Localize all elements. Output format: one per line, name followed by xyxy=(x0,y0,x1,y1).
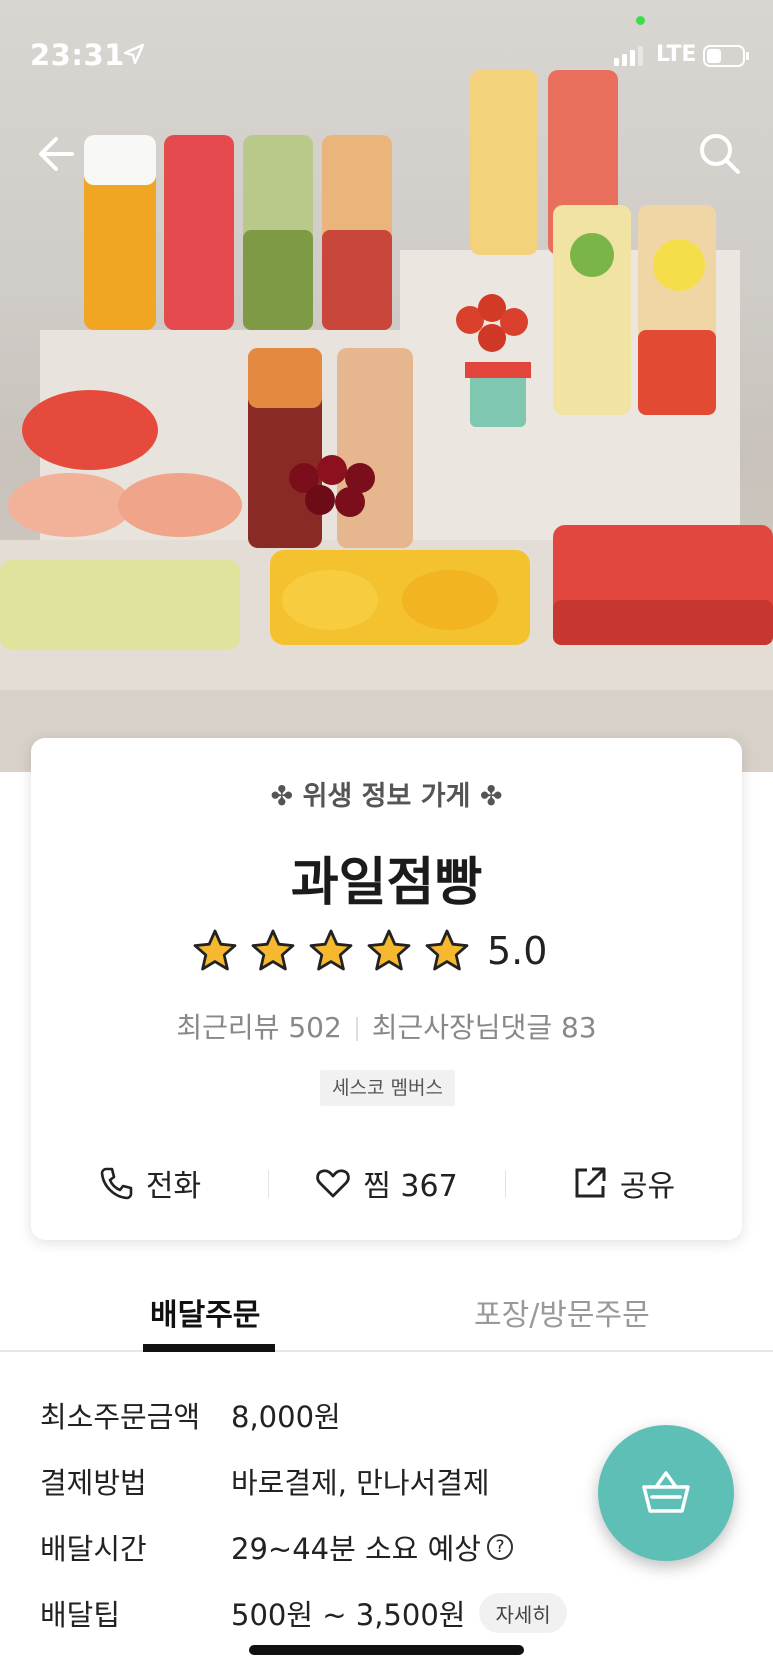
heart-icon xyxy=(316,1169,351,1198)
call-label: 전화 xyxy=(145,1169,202,1204)
delivery-time-row: 배달시간 29~44분 소요 예상 ? xyxy=(40,1527,513,1567)
sparkle-right-icon: ✤ xyxy=(470,781,503,812)
favorite-label: 찜 367 xyxy=(363,1169,458,1204)
call-button[interactable]: 전화 xyxy=(31,1148,268,1218)
delivery-time-value: 29~44분 소요 예상 ? xyxy=(231,1526,513,1568)
delivery-tip-row: 배달팁 500원 ~ 3,500원 자세히 xyxy=(40,1593,567,1633)
delivery-time-text: 29~44분 소요 예상 xyxy=(231,1532,481,1566)
active-tab-indicator xyxy=(143,1344,275,1352)
cart-button[interactable] xyxy=(598,1425,734,1561)
location-arrow-icon xyxy=(123,43,145,65)
star-icon xyxy=(425,929,469,971)
back-button[interactable] xyxy=(28,124,88,184)
home-indicator[interactable] xyxy=(249,1645,524,1655)
payment-value: 바로결제, 만나서결제 xyxy=(231,1466,490,1500)
payment-row: 결제방법 바로결제, 만나서결제 xyxy=(40,1461,490,1501)
status-time: 23:31 xyxy=(30,38,125,72)
help-icon[interactable]: ? xyxy=(486,1534,513,1560)
back-arrow-icon xyxy=(39,137,74,171)
tab-takeout-order[interactable]: 포장/방문주문 xyxy=(474,1290,650,1334)
owner-replies-link[interactable]: 최근사장님댓글 83 xyxy=(372,1011,597,1044)
delivery-tip-label: 배달팁 xyxy=(40,1598,121,1632)
sparkle-left-icon: ✤ xyxy=(270,781,303,812)
min-order-label: 최소주문금액 xyxy=(40,1400,201,1434)
store-name: 과일점빵 xyxy=(290,853,483,913)
star-icon xyxy=(367,929,411,971)
star-icon xyxy=(193,929,237,971)
review-counts: 최근리뷰 502 최근사장님댓글 83 xyxy=(31,1006,742,1046)
delivery-tip-text: 500원 ~ 3,500원 xyxy=(231,1598,466,1632)
search-button[interactable] xyxy=(690,124,750,184)
recent-reviews-link[interactable]: 최근리뷰 502 xyxy=(176,1011,341,1044)
status-bar: 23:31 LTE xyxy=(0,0,773,110)
star-icon xyxy=(309,929,353,971)
battery-icon xyxy=(703,45,749,67)
min-order-row: 최소주문금액 8,000원 xyxy=(40,1395,341,1435)
order-type-tabs: 배달주문 포장/방문주문 xyxy=(0,1262,773,1352)
share-icon xyxy=(575,1167,606,1198)
tab-delivery-order[interactable]: 배달주문 xyxy=(150,1290,260,1334)
payment-label: 결제방법 xyxy=(40,1466,147,1500)
store-info-card: ✤ 위생 정보 가게 ✤ 과일점빵 5.0 최근리뷰 502 최근사장님댓글 83… xyxy=(31,738,742,1240)
store-hero-image xyxy=(0,0,773,772)
camera-indicator-icon xyxy=(636,16,645,25)
tip-detail-button[interactable]: 자세히 xyxy=(479,1593,567,1633)
share-label: 공유 xyxy=(619,1169,676,1204)
signal-icon xyxy=(614,46,643,66)
min-order-value: 8,000원 xyxy=(231,1400,341,1434)
hygiene-info-label[interactable]: ✤ 위생 정보 가게 ✤ xyxy=(31,774,742,813)
search-icon xyxy=(700,134,740,174)
store-rating: 5.0 xyxy=(191,926,547,976)
rating-score: 5.0 xyxy=(487,929,548,973)
phone-icon xyxy=(100,1167,133,1200)
share-button[interactable]: 공유 xyxy=(505,1148,742,1218)
divider xyxy=(355,1017,358,1041)
delivery-tip-value: 500원 ~ 3,500원 자세히 xyxy=(231,1592,567,1634)
basket-icon xyxy=(642,1471,690,1513)
delivery-time-label: 배달시간 xyxy=(40,1532,147,1566)
star-icon xyxy=(251,929,295,971)
store-badge: 세스코 멤버스 xyxy=(320,1070,455,1106)
favorite-button[interactable]: 찜 367 xyxy=(268,1148,505,1218)
network-type: LTE xyxy=(656,42,697,67)
store-actions: 전화 찜 367 공유 xyxy=(31,1148,742,1218)
